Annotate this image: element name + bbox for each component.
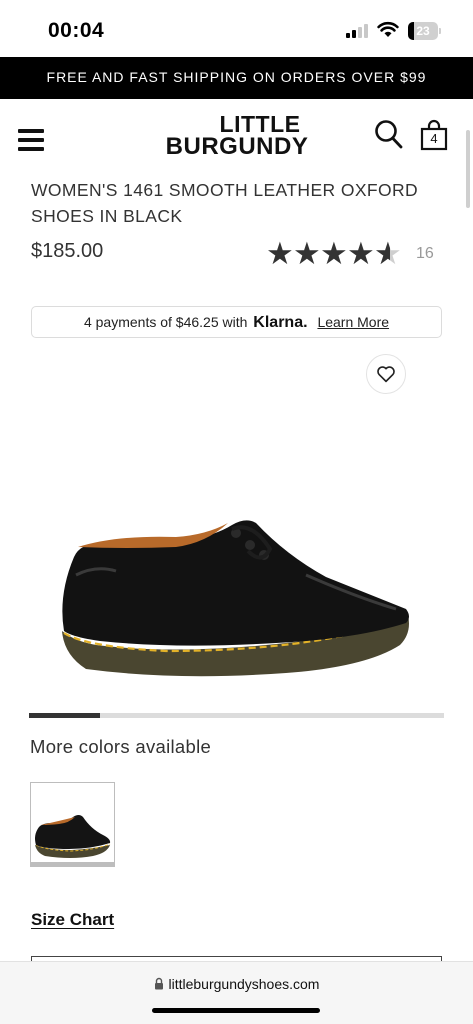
url-field[interactable]: littleburgundyshoes.com (0, 976, 473, 992)
site-header: LITTLE BURGUNDY 4 (0, 99, 473, 174)
size-chart-link[interactable]: Size Chart (31, 910, 114, 930)
product-rating[interactable]: ★ ★ ★ ★ ★ ★ 16 (266, 238, 434, 270)
product-price: $185.00 (31, 240, 104, 262)
battery-level: 23 (416, 24, 430, 38)
klarna-learn-more-link[interactable]: Learn More (317, 314, 389, 330)
logo-line2: BURGUNDY (165, 133, 309, 160)
star-icon: ★ (293, 236, 321, 271)
star-icon: ★ (266, 236, 294, 271)
cart-count: 4 (430, 131, 438, 146)
swatch-selected-indicator (30, 862, 115, 867)
star-icon: ★ ★ (374, 236, 402, 271)
wifi-icon (377, 21, 399, 43)
star-icon: ★ (320, 236, 348, 271)
wishlist-button[interactable] (366, 354, 406, 394)
menu-icon[interactable] (18, 129, 44, 151)
url-text: littleburgundyshoes.com (168, 976, 320, 992)
gallery-progress-fill (29, 713, 100, 718)
product-title: WOMEN'S 1461 SMOOTH LEATHER OXFORD SHOES… (31, 180, 419, 226)
star-icon: ★ (347, 236, 375, 271)
status-bar: 00:04 23 (0, 0, 473, 56)
battery-icon: 23 (408, 22, 438, 40)
klarna-banner: 4 payments of $46.25 with Klarna. Learn … (31, 306, 442, 338)
search-icon[interactable] (374, 119, 404, 156)
logo-line1: LITTLE (219, 111, 301, 137)
product-image[interactable] (56, 505, 418, 685)
home-indicator[interactable] (152, 1008, 320, 1013)
gallery-progress[interactable] (29, 713, 444, 718)
color-swatch[interactable] (30, 782, 115, 867)
more-colors-heading: More colors available (30, 736, 212, 757)
signal-icon (346, 24, 370, 38)
page-scrollbar[interactable] (466, 130, 470, 208)
browser-address-bar[interactable]: littleburgundyshoes.com (0, 961, 473, 1024)
review-count: 16 (416, 245, 434, 262)
heart-icon (377, 366, 395, 383)
cart-icon[interactable]: 4 (420, 119, 448, 151)
klarna-logo: Klarna. (253, 314, 308, 331)
site-logo[interactable]: LITTLE BURGUNDY (158, 113, 316, 159)
status-time: 00:04 (48, 19, 105, 42)
lock-icon (154, 977, 163, 990)
klarna-text: 4 payments of $46.25 with (83, 314, 248, 330)
promo-banner[interactable]: FREE AND FAST SHIPPING ON ORDERS OVER $9… (0, 57, 473, 99)
rating-stars: ★ ★ ★ ★ ★ ★ (266, 236, 402, 271)
battery-nub (439, 28, 441, 34)
